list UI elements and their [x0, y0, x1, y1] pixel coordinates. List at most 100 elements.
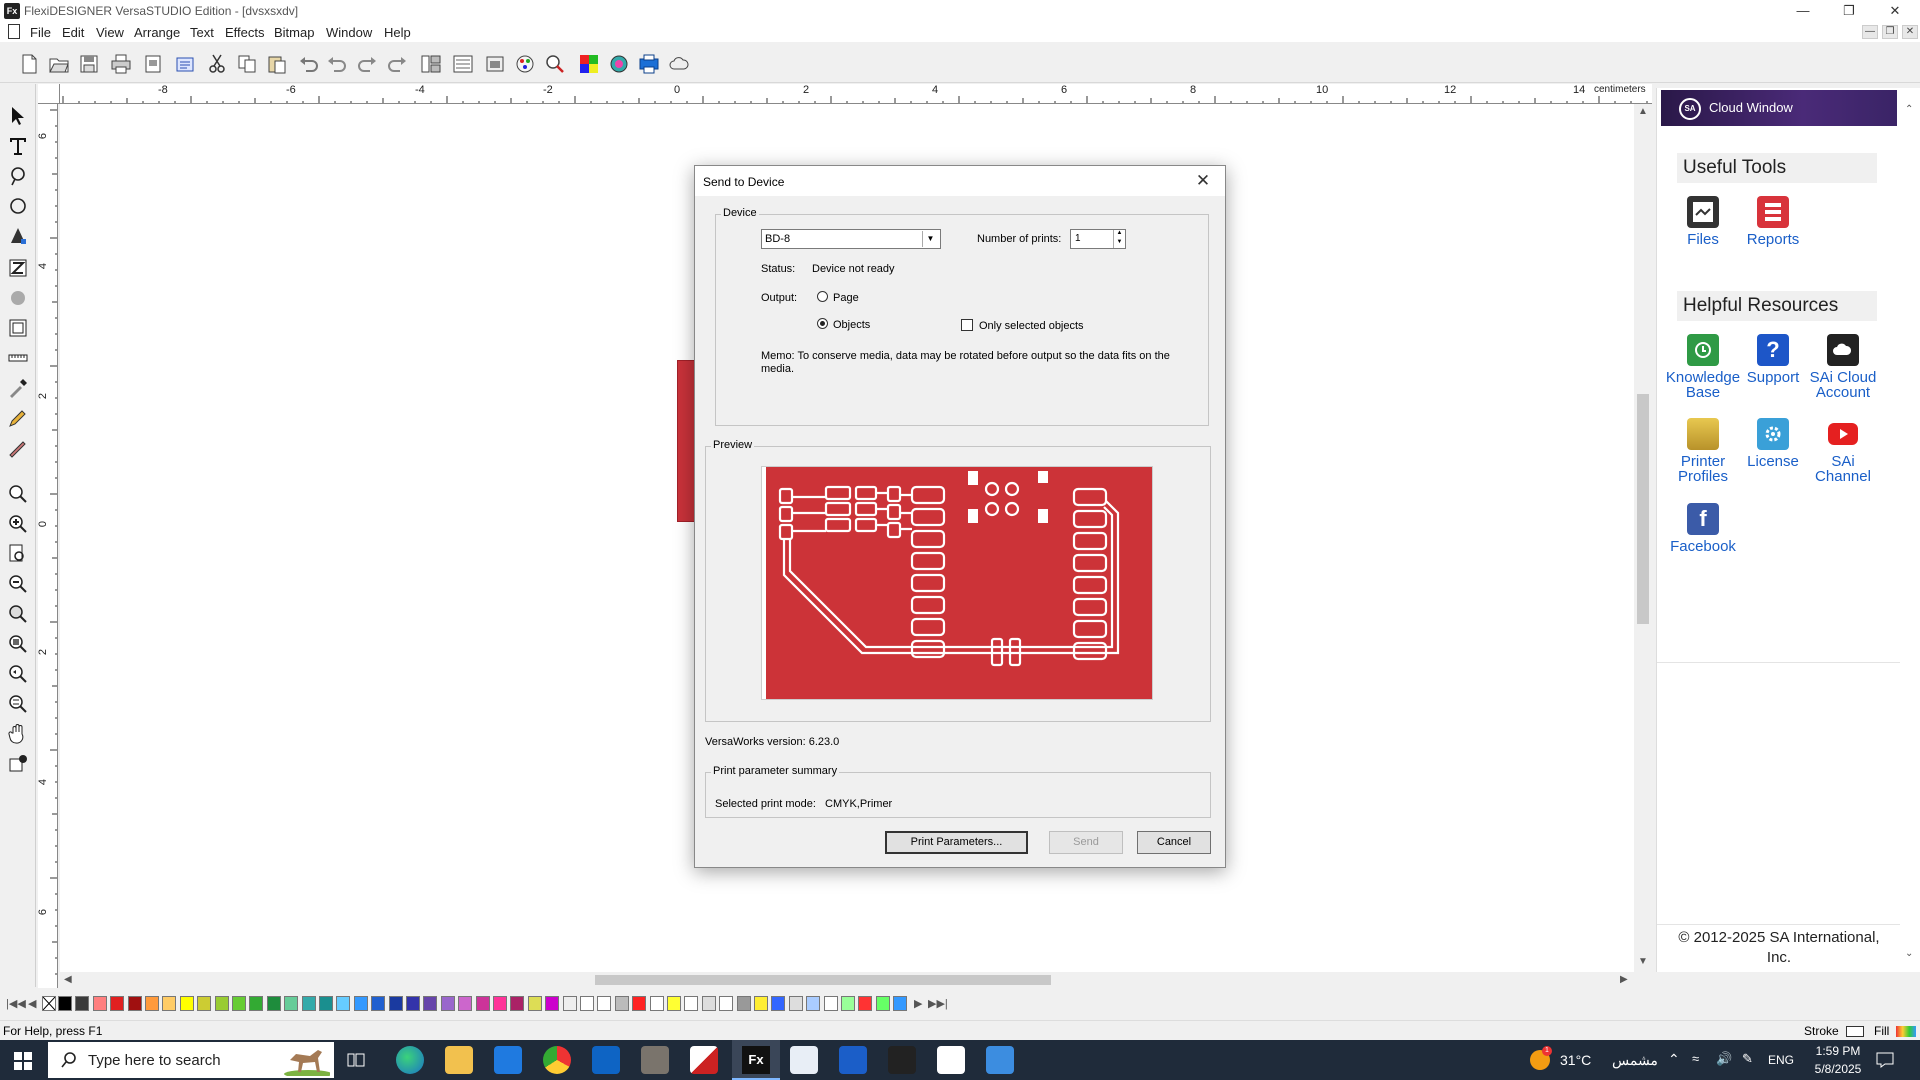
fill-swatch[interactable] [1896, 1026, 1916, 1037]
menu-edit[interactable]: Edit [62, 25, 84, 40]
horizontal-ruler[interactable]: -8 -6 -4 -2 0 2 4 6 8 10 12 14 centimete… [60, 84, 1652, 104]
tray-chevron-icon[interactable]: ⌃ [1668, 1051, 1680, 1068]
color-swatch[interactable] [162, 996, 177, 1011]
color-swatch[interactable] [301, 996, 316, 1011]
color-swatch[interactable] [475, 996, 490, 1011]
task-view-icon[interactable] [346, 1050, 366, 1073]
scroll-right-icon[interactable]: ▶ [1620, 974, 1628, 985]
cancel-button[interactable]: Cancel [1137, 831, 1211, 854]
color-swatch[interactable] [858, 996, 873, 1011]
output-objects-radio[interactable] [817, 318, 828, 329]
color-swatch[interactable] [284, 996, 299, 1011]
pen-icon[interactable]: ✎ [1742, 1051, 1753, 1067]
number-of-prints-stepper[interactable]: 1 ▲ ▼ [1070, 229, 1126, 249]
versaworks-app-icon[interactable] [839, 1046, 867, 1074]
save-icon[interactable] [76, 51, 102, 77]
color-swatch[interactable] [545, 996, 560, 1011]
copy-icon[interactable] [234, 51, 260, 77]
color-swatch[interactable] [58, 996, 72, 1011]
color-swatch[interactable] [423, 996, 438, 1011]
output-device-icon[interactable] [636, 51, 662, 77]
contour-tool-icon[interactable] [4, 254, 32, 282]
horizontal-scroll-thumb[interactable] [595, 975, 1051, 985]
network-icon[interactable]: ≈ [1692, 1051, 1699, 1066]
color-correction-icon[interactable] [606, 51, 632, 77]
color-swatch[interactable] [754, 996, 768, 1011]
select-tool-icon[interactable] [4, 102, 32, 130]
canvas-design-object[interactable] [677, 360, 695, 522]
palette-last-icon[interactable]: ▶▶| [928, 997, 948, 1010]
color-swatch[interactable] [336, 996, 351, 1011]
zoom-tool-icon[interactable] [542, 51, 568, 77]
edge-app-icon[interactable] [396, 1046, 424, 1074]
scroll-up-icon[interactable]: ▲ [1638, 106, 1648, 117]
layers-icon[interactable] [482, 51, 508, 77]
clock-date[interactable]: 5/8/2025 [1808, 1062, 1868, 1076]
color-swatch[interactable] [841, 996, 855, 1011]
knife-tool-icon[interactable] [4, 434, 32, 462]
files-link[interactable]: Files [1665, 196, 1741, 247]
color-swatch[interactable] [197, 996, 212, 1011]
document-icon[interactable] [8, 24, 20, 39]
color-swatch[interactable] [771, 996, 786, 1011]
color-swatch[interactable] [806, 996, 821, 1011]
menu-text[interactable]: Text [190, 25, 214, 40]
weather-temp[interactable]: 31°C [1560, 1052, 1591, 1068]
cloud-icon[interactable] [666, 51, 692, 77]
frame-tool-icon[interactable] [4, 314, 32, 342]
stroke-swatch[interactable] [1846, 1026, 1864, 1037]
color-grid-icon[interactable] [576, 51, 602, 77]
close-icon[interactable]: ✕ [1872, 0, 1918, 22]
volume-icon[interactable]: 🔊 [1716, 1051, 1732, 1067]
knowledge-base-link[interactable]: Knowledge Base [1665, 334, 1741, 400]
paste-icon[interactable] [264, 51, 290, 77]
only-selected-checkbox[interactable] [961, 319, 973, 331]
color-swatch[interactable] [92, 996, 107, 1011]
color-swatch[interactable] [440, 996, 455, 1011]
color-swatch[interactable] [249, 996, 264, 1011]
clock-time[interactable]: 1:59 PM [1812, 1044, 1864, 1058]
pan-hand-icon[interactable] [4, 720, 32, 748]
mdi-restore-icon[interactable]: ❐ [1882, 25, 1898, 39]
license-link[interactable]: License [1735, 418, 1811, 469]
vertical-ruler[interactable]: 6 4 2 0 2 4 6 [38, 104, 58, 988]
color-wheel-icon[interactable] [512, 51, 538, 77]
send-button[interactable]: Send [1049, 831, 1123, 854]
measure-tool-icon[interactable] [4, 344, 32, 372]
menu-view[interactable]: View [96, 25, 124, 40]
windows-start-icon[interactable] [14, 1052, 32, 1070]
color-swatch[interactable] [232, 996, 246, 1011]
document-app-icon[interactable] [937, 1046, 965, 1074]
palette-next-icon[interactable]: ▶ [914, 997, 922, 1010]
notification-icon[interactable] [1876, 1052, 1894, 1071]
eyedropper-icon[interactable] [4, 374, 32, 402]
undo-icon[interactable] [296, 51, 322, 77]
color-swatch[interactable] [701, 996, 716, 1011]
menu-effects[interactable]: Effects [225, 25, 265, 40]
output-page-radio[interactable] [817, 291, 828, 302]
cloud-account-link[interactable]: SAi Cloud Account [1805, 334, 1881, 400]
color-swatch[interactable] [684, 996, 699, 1011]
design-app-icon[interactable] [690, 1046, 718, 1074]
palette-prev-icon[interactable]: ◀ [28, 997, 36, 1010]
color-swatch[interactable] [667, 996, 681, 1011]
color-swatch[interactable] [214, 996, 229, 1011]
chevron-down-icon[interactable]: ▼ [922, 231, 938, 247]
zoom-in-icon[interactable] [4, 510, 32, 538]
zoom-all-icon[interactable] [4, 600, 32, 628]
color-swatch[interactable] [75, 996, 90, 1011]
redo-icon[interactable] [354, 51, 380, 77]
node-edit-icon[interactable] [4, 222, 32, 250]
scroll-up-icon[interactable]: ⌃ [1905, 104, 1913, 115]
facebook-link[interactable]: f Facebook [1665, 503, 1741, 554]
open-icon[interactable] [46, 51, 72, 77]
color-swatch[interactable] [614, 996, 629, 1011]
tool-app-icon[interactable] [888, 1046, 916, 1074]
zoom-page-icon[interactable] [4, 540, 32, 568]
store-app-icon[interactable] [494, 1046, 522, 1074]
mdi-minimize-icon[interactable]: — [1862, 25, 1878, 39]
send-to-device-icon[interactable] [172, 51, 198, 77]
print-icon[interactable] [108, 51, 134, 77]
zoom-fit-icon[interactable] [4, 690, 32, 718]
menu-bitmap[interactable]: Bitmap [274, 25, 314, 40]
